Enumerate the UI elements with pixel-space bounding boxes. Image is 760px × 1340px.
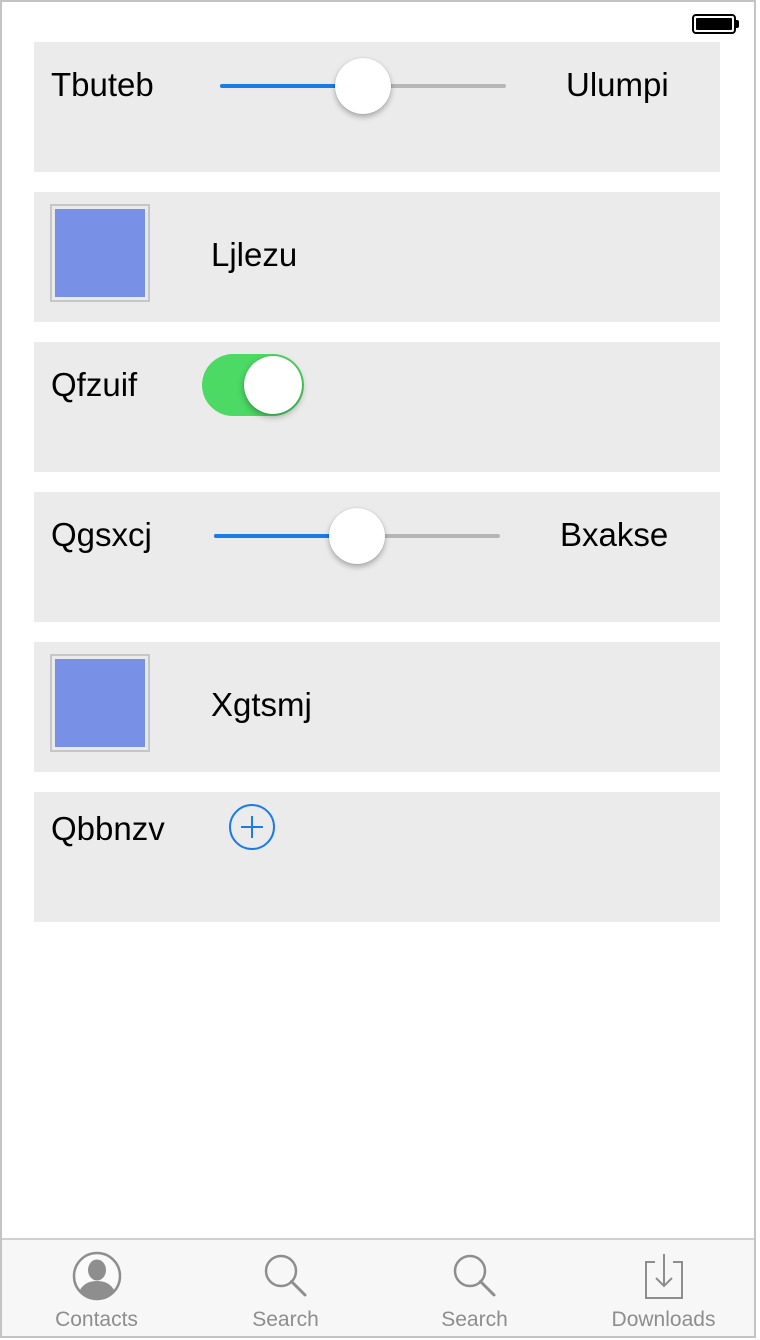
switch-label: Qfzuif [51, 366, 138, 403]
tab-label: Downloads [611, 1308, 716, 1331]
app-screen: Tbuteb Ulumpi Ljlezu Qfzuif Qgsxcj Bxaks… [0, 0, 756, 1338]
color-swatch-label: Ljlezu [211, 236, 298, 273]
tab-label: Search [252, 1308, 319, 1331]
slider-min-label: Qgsxcj [51, 516, 152, 553]
search-icon [264, 1254, 306, 1297]
tab-label: Search [441, 1308, 508, 1331]
color-swatch-button[interactable] [50, 204, 150, 302]
tab-downloads[interactable]: Downloads [569, 1240, 754, 1336]
slider-min-label: Tbuteb [51, 66, 154, 103]
switch-row: Qfzuif [34, 342, 720, 472]
color-swatch-label: Xgtsmj [211, 686, 312, 723]
color-row-1: Ljlezu [34, 192, 720, 322]
contacts-icon [72, 1251, 121, 1301]
toggle-knob [244, 356, 302, 414]
slider-max-label: Ulumpi [566, 66, 669, 103]
tab-label: Contacts [55, 1308, 138, 1331]
tab-contacts[interactable]: Contacts [2, 1240, 191, 1336]
toggle-switch[interactable] [202, 354, 304, 416]
tab-search-2[interactable]: Search [380, 1240, 569, 1336]
battery-icon [692, 14, 739, 34]
slider-max-label: Bxakse [560, 516, 669, 553]
color-row-2: Xgtsmj [34, 642, 720, 772]
slider-1[interactable] [220, 56, 506, 116]
slider-thumb[interactable] [329, 508, 385, 564]
slider-row-2: Qgsxcj Bxakse [34, 492, 720, 622]
slider-row-1: Tbuteb Ulumpi [34, 42, 720, 172]
color-swatch-fill [55, 659, 145, 747]
plus-circle-icon[interactable] [229, 804, 275, 850]
slider-2[interactable] [214, 506, 500, 566]
tab-search-1[interactable]: Search [191, 1240, 380, 1336]
color-swatch-fill [55, 209, 145, 297]
add-row-label: Qbbnzv [51, 810, 165, 847]
downloads-icon [644, 1254, 683, 1299]
tab-bar: Contacts Search Search Downloads [2, 1238, 754, 1336]
slider-thumb[interactable] [335, 58, 391, 114]
search-icon [453, 1254, 495, 1297]
add-row: Qbbnzv [34, 792, 720, 922]
color-swatch-button[interactable] [50, 654, 150, 752]
